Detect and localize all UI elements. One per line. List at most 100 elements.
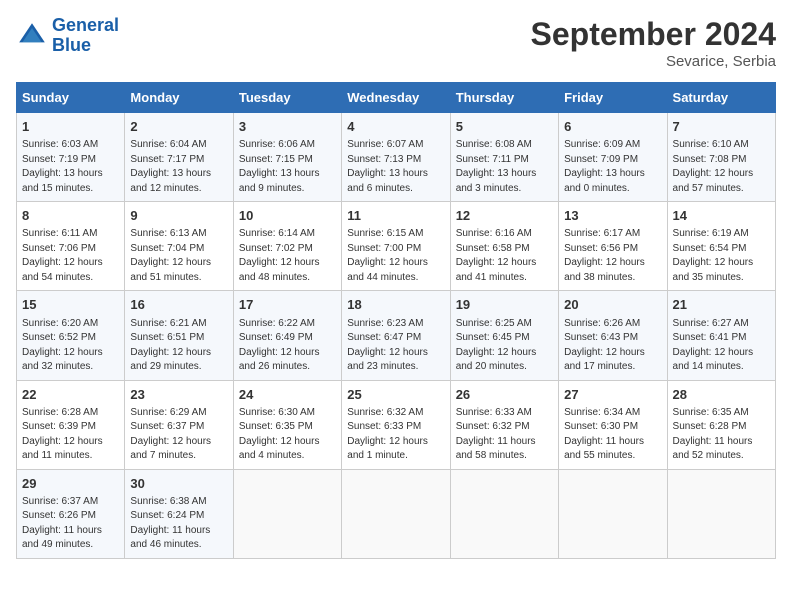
logo: General Blue	[16, 16, 119, 56]
calendar-cell: 7Sunrise: 6:10 AM Sunset: 7:08 PM Daylig…	[667, 113, 775, 202]
calendar-cell: 15Sunrise: 6:20 AM Sunset: 6:52 PM Dayli…	[17, 291, 125, 380]
day-number: 11	[347, 207, 444, 225]
day-number: 16	[130, 296, 227, 314]
calendar-cell: 1 Sunrise: 6:03 AM Sunset: 7:19 PM Daylig…	[17, 113, 125, 202]
day-number: 12	[456, 207, 553, 225]
calendar-cell	[233, 469, 341, 558]
calendar-row-5: 29Sunrise: 6:37 AM Sunset: 6:26 PM Dayli…	[17, 469, 776, 558]
day-number: 19	[456, 296, 553, 314]
cell-sun-info: Sunrise: 6:10 AM Sunset: 7:08 PM Dayligh…	[673, 138, 770, 196]
calendar-cell: 14 Sunrise: 6:19 AM Sunset: 6:54 PM Dayli…	[667, 202, 775, 291]
calendar-row-2: 8 Sunrise: 6:11 AM Sunset: 7:06 PM Daylig…	[17, 202, 776, 291]
cell-sun-info: Sunrise: 6:33 AM Sunset: 6:32 PM Dayligh…	[456, 406, 553, 464]
day-number: 24	[239, 386, 336, 404]
cell-sun-info: Sunrise: 6:23 AM Sunset: 6:47 PM Dayligh…	[347, 317, 444, 375]
day-number: 15	[22, 296, 119, 314]
cell-sun-info: Sunrise: 6:15 AM Sunset: 7:00 PM Dayligh…	[347, 227, 444, 285]
cell-sun-info: Sunrise: 6:35 AM Sunset: 6:28 PM Dayligh…	[673, 406, 770, 464]
weekday-header-tuesday: Tuesday	[233, 83, 341, 113]
day-number: 27	[564, 386, 661, 404]
day-number: 21	[673, 296, 770, 314]
calendar-table: SundayMondayTuesdayWednesdayThursdayFrid…	[16, 82, 776, 559]
calendar-cell: 8 Sunrise: 6:11 AM Sunset: 7:06 PM Daylig…	[17, 202, 125, 291]
calendar-cell: 3 Sunrise: 6:06 AM Sunset: 7:15 PM Daylig…	[233, 113, 341, 202]
calendar-cell	[667, 469, 775, 558]
calendar-cell: 10 Sunrise: 6:14 AM Sunset: 7:02 PM Dayli…	[233, 202, 341, 291]
calendar-cell	[559, 469, 667, 558]
cell-sun-info: Sunrise: 6:03 AM Sunset: 7:19 PM Dayligh…	[22, 138, 119, 196]
calendar-cell: 24 Sunrise: 6:30 AM Sunset: 6:35 PM Dayli…	[233, 380, 341, 469]
calendar-cell: 16 Sunrise: 6:21 AM Sunset: 6:51 PM Dayli…	[125, 291, 233, 380]
day-number: 30	[130, 475, 227, 493]
weekday-header-wednesday: Wednesday	[342, 83, 450, 113]
weekday-header-friday: Friday	[559, 83, 667, 113]
cell-sun-info: Sunrise: 6:26 AM Sunset: 6:43 PM Dayligh…	[564, 317, 661, 375]
cell-sun-info: Sunrise: 6:34 AM Sunset: 6:30 PM Dayligh…	[564, 406, 661, 464]
calendar-row-4: 22 Sunrise: 6:28 AM Sunset: 6:39 PM Dayli…	[17, 380, 776, 469]
calendar-cell: 23 Sunrise: 6:29 AM Sunset: 6:37 PM Dayli…	[125, 380, 233, 469]
cell-sun-info: Sunrise: 6:30 AM Sunset: 6:35 PM Dayligh…	[239, 406, 336, 464]
cell-sun-info: Sunrise: 6:08 AM Sunset: 7:11 PM Dayligh…	[456, 138, 553, 196]
day-number: 8	[22, 207, 119, 225]
cell-sun-info: Sunrise: 6:14 AM Sunset: 7:02 PM Dayligh…	[239, 227, 336, 285]
cell-sun-info: Sunrise: 6:22 AM Sunset: 6:49 PM Dayligh…	[239, 317, 336, 375]
day-number: 9	[130, 207, 227, 225]
calendar-cell: 25 Sunrise: 6:32 AM Sunset: 6:33 PM Dayli…	[342, 380, 450, 469]
cell-sun-info: Sunrise: 6:25 AM Sunset: 6:45 PM Dayligh…	[456, 317, 553, 375]
cell-sun-info: Sunrise: 6:21 AM Sunset: 6:51 PM Dayligh…	[130, 317, 227, 375]
calendar-cell: 21Sunrise: 6:27 AM Sunset: 6:41 PM Dayli…	[667, 291, 775, 380]
calendar-cell: 5 Sunrise: 6:08 AM Sunset: 7:11 PM Daylig…	[450, 113, 558, 202]
cell-sun-info: Sunrise: 6:13 AM Sunset: 7:04 PM Dayligh…	[130, 227, 227, 285]
calendar-cell: 18Sunrise: 6:23 AM Sunset: 6:47 PM Dayli…	[342, 291, 450, 380]
day-number: 5	[456, 118, 553, 136]
calendar-cell: 4Sunrise: 6:07 AM Sunset: 7:13 PM Daylig…	[342, 113, 450, 202]
day-number: 25	[347, 386, 444, 404]
day-number: 28	[673, 386, 770, 404]
day-number: 20	[564, 296, 661, 314]
day-number: 17	[239, 296, 336, 314]
cell-sun-info: Sunrise: 6:29 AM Sunset: 6:37 PM Dayligh…	[130, 406, 227, 464]
calendar-cell: 22 Sunrise: 6:28 AM Sunset: 6:39 PM Dayli…	[17, 380, 125, 469]
calendar-cell: 27 Sunrise: 6:34 AM Sunset: 6:30 PM Dayli…	[559, 380, 667, 469]
calendar-cell	[342, 469, 450, 558]
header: General Blue September 2024 Sevarice, Se…	[16, 16, 776, 70]
calendar-cell: 28 Sunrise: 6:35 AM Sunset: 6:28 PM Dayli…	[667, 380, 775, 469]
day-number: 22	[22, 386, 119, 404]
cell-sun-info: Sunrise: 6:28 AM Sunset: 6:39 PM Dayligh…	[22, 406, 119, 464]
weekday-header-row: SundayMondayTuesdayWednesdayThursdayFrid…	[17, 83, 776, 113]
calendar-cell: 26Sunrise: 6:33 AM Sunset: 6:32 PM Dayli…	[450, 380, 558, 469]
weekday-header-saturday: Saturday	[667, 83, 775, 113]
day-number: 23	[130, 386, 227, 404]
calendar-cell: 6Sunrise: 6:09 AM Sunset: 7:09 PM Daylig…	[559, 113, 667, 202]
day-number: 4	[347, 118, 444, 136]
calendar-cell: 20 Sunrise: 6:26 AM Sunset: 6:43 PM Dayli…	[559, 291, 667, 380]
calendar-cell	[450, 469, 558, 558]
logo-icon	[16, 20, 48, 52]
day-number: 2	[130, 118, 227, 136]
day-number: 13	[564, 207, 661, 225]
cell-sun-info: Sunrise: 6:11 AM Sunset: 7:06 PM Dayligh…	[22, 227, 119, 285]
calendar-row-1: 1 Sunrise: 6:03 AM Sunset: 7:19 PM Daylig…	[17, 113, 776, 202]
cell-sun-info: Sunrise: 6:37 AM Sunset: 6:26 PM Dayligh…	[22, 495, 119, 553]
calendar-cell: 19 Sunrise: 6:25 AM Sunset: 6:45 PM Dayli…	[450, 291, 558, 380]
weekday-header-monday: Monday	[125, 83, 233, 113]
cell-sun-info: Sunrise: 6:32 AM Sunset: 6:33 PM Dayligh…	[347, 406, 444, 464]
day-number: 1	[22, 118, 119, 136]
calendar-cell: 13Sunrise: 6:17 AM Sunset: 6:56 PM Dayli…	[559, 202, 667, 291]
weekday-header-sunday: Sunday	[17, 83, 125, 113]
day-number: 10	[239, 207, 336, 225]
calendar-cell: 11 Sunrise: 6:15 AM Sunset: 7:00 PM Dayli…	[342, 202, 450, 291]
calendar-cell: 30Sunrise: 6:38 AM Sunset: 6:24 PM Dayli…	[125, 469, 233, 558]
cell-sun-info: Sunrise: 6:04 AM Sunset: 7:17 PM Dayligh…	[130, 138, 227, 196]
title-area: September 2024 Sevarice, Serbia	[531, 16, 776, 70]
calendar-cell: 17 Sunrise: 6:22 AM Sunset: 6:49 PM Dayli…	[233, 291, 341, 380]
cell-sun-info: Sunrise: 6:06 AM Sunset: 7:15 PM Dayligh…	[239, 138, 336, 196]
logo-general: General	[52, 15, 119, 35]
weekday-header-thursday: Thursday	[450, 83, 558, 113]
calendar-cell: 12Sunrise: 6:16 AM Sunset: 6:58 PM Dayli…	[450, 202, 558, 291]
day-number: 3	[239, 118, 336, 136]
day-number: 14	[673, 207, 770, 225]
cell-sun-info: Sunrise: 6:19 AM Sunset: 6:54 PM Dayligh…	[673, 227, 770, 285]
logo-blue: Blue	[52, 35, 91, 55]
calendar-cell: 9 Sunrise: 6:13 AM Sunset: 7:04 PM Daylig…	[125, 202, 233, 291]
